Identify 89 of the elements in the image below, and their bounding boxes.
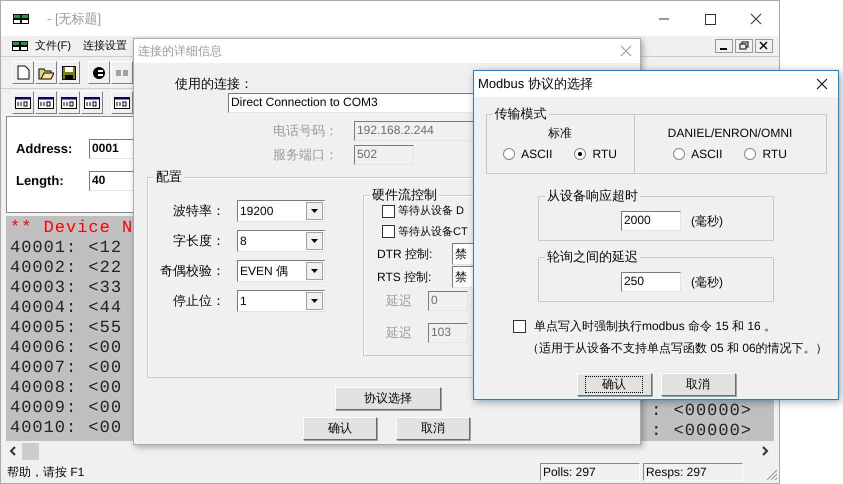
radio-button[interactable] xyxy=(574,148,586,160)
dialog-button[interactable]: 确认 xyxy=(303,417,377,440)
radio-label: ASCII xyxy=(691,146,722,163)
radio-label: RTU xyxy=(592,146,617,163)
register-row-text: 40003: <33 xyxy=(10,279,124,299)
register-value: : <00000> xyxy=(651,403,752,421)
register-row-text: 40001: <12 xyxy=(10,239,124,259)
display-format-icon[interactable] xyxy=(111,91,133,114)
dialog-button[interactable]: 确认 xyxy=(576,373,652,396)
caret-icon xyxy=(306,292,323,310)
checkbox-label: 等待从设备CT xyxy=(398,224,468,240)
dropdown[interactable]: 8 xyxy=(237,230,325,252)
app-icon xyxy=(13,14,29,24)
text-field[interactable]: 2000 xyxy=(621,210,681,230)
unit-label: (毫秒) xyxy=(691,212,723,230)
new-file-icon[interactable] xyxy=(12,61,34,84)
close-icon[interactable] xyxy=(755,39,773,53)
radio-label: ASCII xyxy=(521,146,552,163)
radio-button[interactable] xyxy=(744,148,756,160)
dropdown[interactable]: EVEN 偶 xyxy=(237,260,325,282)
display-format-icon[interactable] xyxy=(35,91,57,114)
display-format-icon[interactable] xyxy=(12,91,34,114)
display-format-icon[interactable] xyxy=(58,91,80,114)
dialog-title: Modbus 协议的选择 xyxy=(478,75,593,94)
dropdown[interactable]: 禁 xyxy=(452,243,474,265)
menu-item[interactable]: 连接设置 xyxy=(83,38,128,54)
checkbox[interactable] xyxy=(513,320,526,332)
connection-label: 使用的连接： xyxy=(175,75,253,93)
register-row-text: 40007: <00 xyxy=(10,359,124,379)
group-title: 从设备响应超时 xyxy=(545,188,640,204)
dialog-button[interactable]: 协议选择 xyxy=(335,387,441,410)
display-format-icon[interactable] xyxy=(81,91,103,114)
register-row-text: 40008: <00 xyxy=(10,379,124,399)
dropdown[interactable]: 禁 xyxy=(452,266,474,288)
window-title: - [无标题] xyxy=(47,10,102,28)
register-row-text: 40006: <00 xyxy=(10,339,124,359)
setting-label: 波特率： xyxy=(172,202,225,220)
mode-title: DANIEL/ENRON/OMNI xyxy=(668,126,792,140)
text-field[interactable]: 250 xyxy=(621,272,681,292)
setting-label: 奇偶校验： xyxy=(159,262,225,280)
close-icon[interactable] xyxy=(816,78,828,90)
status-panel: Polls: 297 xyxy=(540,463,640,481)
setting-label: 停止位： xyxy=(172,292,225,310)
register-row-text: 40010: <00 xyxy=(10,419,124,439)
save-icon[interactable] xyxy=(58,61,80,84)
register-value: : <00000> xyxy=(651,423,752,441)
unit-label: (毫秒) xyxy=(691,274,723,290)
delay-label: 延迟 xyxy=(386,292,413,310)
checkbox-label: 单点写入时强制执行modbus 命令 15 和 16 。 xyxy=(534,318,776,335)
length-label: Length: xyxy=(16,172,65,190)
status-panel: Resps: 297 xyxy=(643,463,743,481)
app-icon xyxy=(12,41,28,51)
checkbox[interactable] xyxy=(382,204,395,218)
register-row-text: 40002: <22 xyxy=(10,259,124,279)
control-label: DTR 控制: xyxy=(377,246,434,263)
caret-icon xyxy=(306,202,323,220)
scroll-thumb[interactable] xyxy=(22,442,39,460)
device-header: ** Device N xyxy=(10,219,134,239)
open-folder-icon[interactable] xyxy=(35,61,57,84)
status-text: 帮助，请按 F1 xyxy=(7,464,86,481)
group-title: 硬件流控制 xyxy=(370,187,439,203)
setting-label: 字长度： xyxy=(172,232,225,250)
control-label: RTS 控制: xyxy=(377,269,432,286)
radio-button[interactable] xyxy=(503,148,516,160)
register-row-text: 40004: <44 xyxy=(10,299,124,319)
port-label: 服务端口： xyxy=(272,146,338,164)
delay-label: 延迟 xyxy=(386,324,413,342)
menu-item[interactable]: 文件(F) xyxy=(35,38,72,54)
caret-icon xyxy=(306,262,323,280)
dropdown[interactable]: 19200 xyxy=(237,200,325,222)
group-title: 配置 xyxy=(154,169,184,185)
dialog-button[interactable]: 取消 xyxy=(396,417,470,440)
register-row-text: 40009: <00 xyxy=(10,399,124,419)
minimize-icon[interactable] xyxy=(715,39,733,53)
dialog-title: 连接的详细信息 xyxy=(138,43,222,60)
note-text: （适用于从设备不支持单点写函数 05 和 06的情况下。） xyxy=(527,340,828,357)
group-title: 轮询之间的延迟 xyxy=(545,249,640,265)
dropdown[interactable]: 1 xyxy=(237,290,325,312)
group-title: 传输模式 xyxy=(492,106,548,122)
radio-button[interactable] xyxy=(673,148,686,160)
radio-label: RTU xyxy=(762,146,787,163)
restore-icon[interactable] xyxy=(735,39,753,53)
register-row-text: 40005: <55 xyxy=(10,319,124,339)
address-label: Address: xyxy=(16,140,74,158)
phone-label: 电话号码： xyxy=(272,122,338,140)
checkbox-label: 等待从设备 D xyxy=(398,204,464,219)
caret-icon xyxy=(306,232,323,250)
dialog-button[interactable]: 取消 xyxy=(660,373,736,396)
checkbox[interactable] xyxy=(382,225,395,238)
